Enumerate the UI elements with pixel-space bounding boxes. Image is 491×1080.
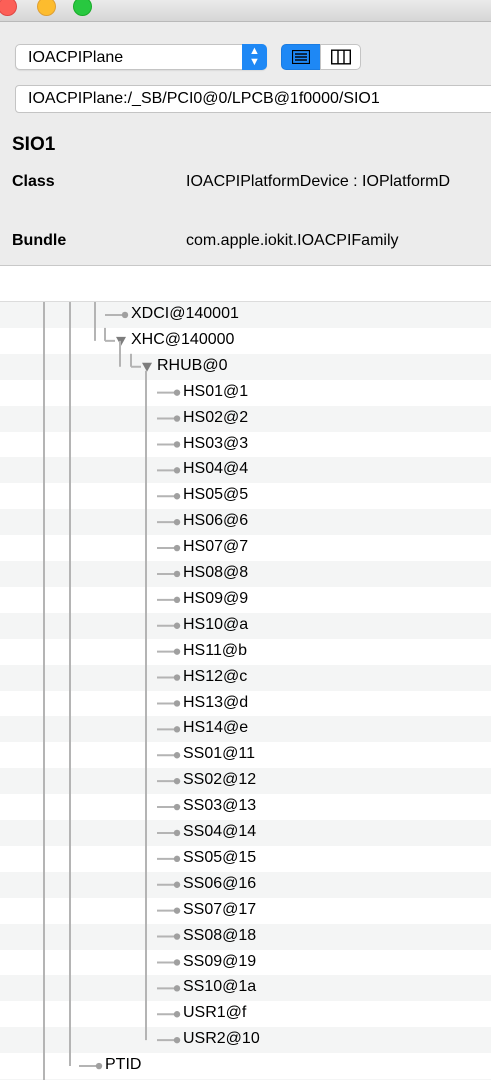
tree-node-label[interactable]: HS13@d <box>183 694 248 712</box>
leaf-node-dot-icon <box>173 674 181 681</box>
leaf-node-dot-icon <box>173 803 181 811</box>
close-window-button[interactable] <box>0 0 17 16</box>
leaf-node-dot-icon <box>173 1036 181 1044</box>
plane-select[interactable]: IOACPIPlane ▲ ▼ <box>15 44 267 70</box>
leaf-node-dot-icon <box>173 493 181 500</box>
leaf-node-dot-icon <box>173 1011 181 1018</box>
tree-node-label[interactable]: SS04@14 <box>183 823 256 841</box>
leaf-node-dot-icon <box>173 777 181 785</box>
leaf-node-dot-icon <box>173 933 181 940</box>
tree-node-label[interactable]: HS04@4 <box>183 460 248 478</box>
disclosure-triangle-icon[interactable] <box>142 362 152 372</box>
leaf-node-dot-icon <box>173 855 181 863</box>
leaf-node-dot-icon <box>173 518 181 526</box>
tree-node-label[interactable]: HS03@3 <box>183 435 248 453</box>
leaf-node-dot-icon <box>173 829 181 837</box>
leaf-node-dot-icon <box>121 311 129 319</box>
list-view-button[interactable] <box>281 44 321 70</box>
class-label: Class <box>12 173 55 190</box>
tree-node-label[interactable]: USR2@10 <box>183 1030 260 1048</box>
tree-node-label[interactable]: HS08@8 <box>183 564 248 582</box>
leaf-node-dot-icon <box>173 415 181 422</box>
tree-node-label[interactable]: SS09@19 <box>183 953 256 971</box>
tree-node-label[interactable]: XHC@140000 <box>131 331 234 349</box>
leaf-node-dot-icon <box>173 881 181 888</box>
leaf-node-dot-icon <box>173 752 181 759</box>
leaf-node-dot-icon <box>173 389 181 396</box>
tree-node-label[interactable]: SS10@1a <box>183 978 256 996</box>
tree-node-label[interactable]: HS10@a <box>183 616 248 634</box>
tree-node-label[interactable]: HS14@e <box>183 719 248 737</box>
path-field-value: IOACPIPlane:/_SB/PCI0@0/LPCB@1f0000/SIO1 <box>28 90 380 107</box>
leaf-node-dot-icon <box>173 726 181 733</box>
leaf-node-dot-icon <box>173 959 181 966</box>
leaf-node-dot-icon <box>173 700 181 707</box>
inspector-header: IOACPIPlane ▲ ▼ IOACPIPlane:/_SB/PCI0@0/L… <box>0 22 491 266</box>
tree-node-label[interactable]: HS09@9 <box>183 590 248 608</box>
tree-node-label[interactable]: SS06@16 <box>183 875 256 893</box>
tree-node-label[interactable]: HS11@b <box>183 642 247 660</box>
object-title: SIO1 <box>12 134 56 155</box>
leaf-node-dot-icon <box>95 1062 103 1070</box>
column-view-icon <box>330 49 351 65</box>
tree-node-label[interactable]: XDCI@140001 <box>131 305 239 323</box>
select-stepper-icon[interactable]: ▲ ▼ <box>242 44 267 70</box>
tree-node-label[interactable]: HS02@2 <box>183 409 248 427</box>
tree-node-label[interactable]: RHUB@0 <box>157 357 227 375</box>
tree-node-label[interactable]: HS06@6 <box>183 512 248 530</box>
leaf-node-dot-icon <box>173 544 181 552</box>
bundle-value: com.apple.iokit.IOACPIFamily <box>186 232 399 249</box>
leaf-node-dot-icon <box>173 907 181 914</box>
tree-node-label[interactable]: USR1@f <box>183 1004 246 1022</box>
leaf-node-dot-icon <box>173 985 181 992</box>
bundle-label: Bundle <box>12 232 67 249</box>
tree-node-label[interactable]: SS03@13 <box>183 797 256 815</box>
path-field[interactable]: IOACPIPlane:/_SB/PCI0@0/LPCB@1f0000/SIO1 <box>15 85 491 113</box>
leaf-node-dot-icon <box>173 441 181 448</box>
minimize-window-button[interactable] <box>37 0 56 16</box>
leaf-node-dot-icon <box>173 596 181 604</box>
tree-node-label[interactable]: HS05@5 <box>183 486 248 504</box>
window-titlebar <box>0 0 491 22</box>
tree-node-label[interactable]: SS05@15 <box>183 849 256 867</box>
leaf-node-dot-icon <box>173 622 181 629</box>
class-value: IOACPIPlatformDevice : IOPlatformD <box>186 173 451 190</box>
leaf-node-dot-icon <box>173 648 181 655</box>
list-view-icon <box>292 50 310 64</box>
leaf-node-dot-icon <box>173 467 181 474</box>
column-view-button[interactable] <box>320 44 361 70</box>
plane-select-value: IOACPIPlane <box>28 49 124 66</box>
tree-node-label[interactable]: SS01@11 <box>183 745 255 763</box>
tree-node-label[interactable]: SS08@18 <box>183 927 256 945</box>
zoom-window-button[interactable] <box>73 0 92 16</box>
tree-node-label[interactable]: HS12@c <box>183 668 247 686</box>
tree-node-label[interactable]: HS01@1 <box>183 383 248 401</box>
tree-node-label[interactable]: PTID <box>105 1056 141 1074</box>
leaf-node-dot-icon <box>173 570 181 578</box>
tree-node-label[interactable]: HS07@7 <box>183 538 248 556</box>
tree-node-label[interactable]: SS02@12 <box>183 771 256 789</box>
tree-header-spacer <box>0 266 491 302</box>
tree-node-label[interactable]: SS07@17 <box>183 901 256 919</box>
device-tree[interactable]: XDCI@140001 XHC@140000 RHUB@0 HS01@1 HS02@2 H… <box>0 302 491 1080</box>
